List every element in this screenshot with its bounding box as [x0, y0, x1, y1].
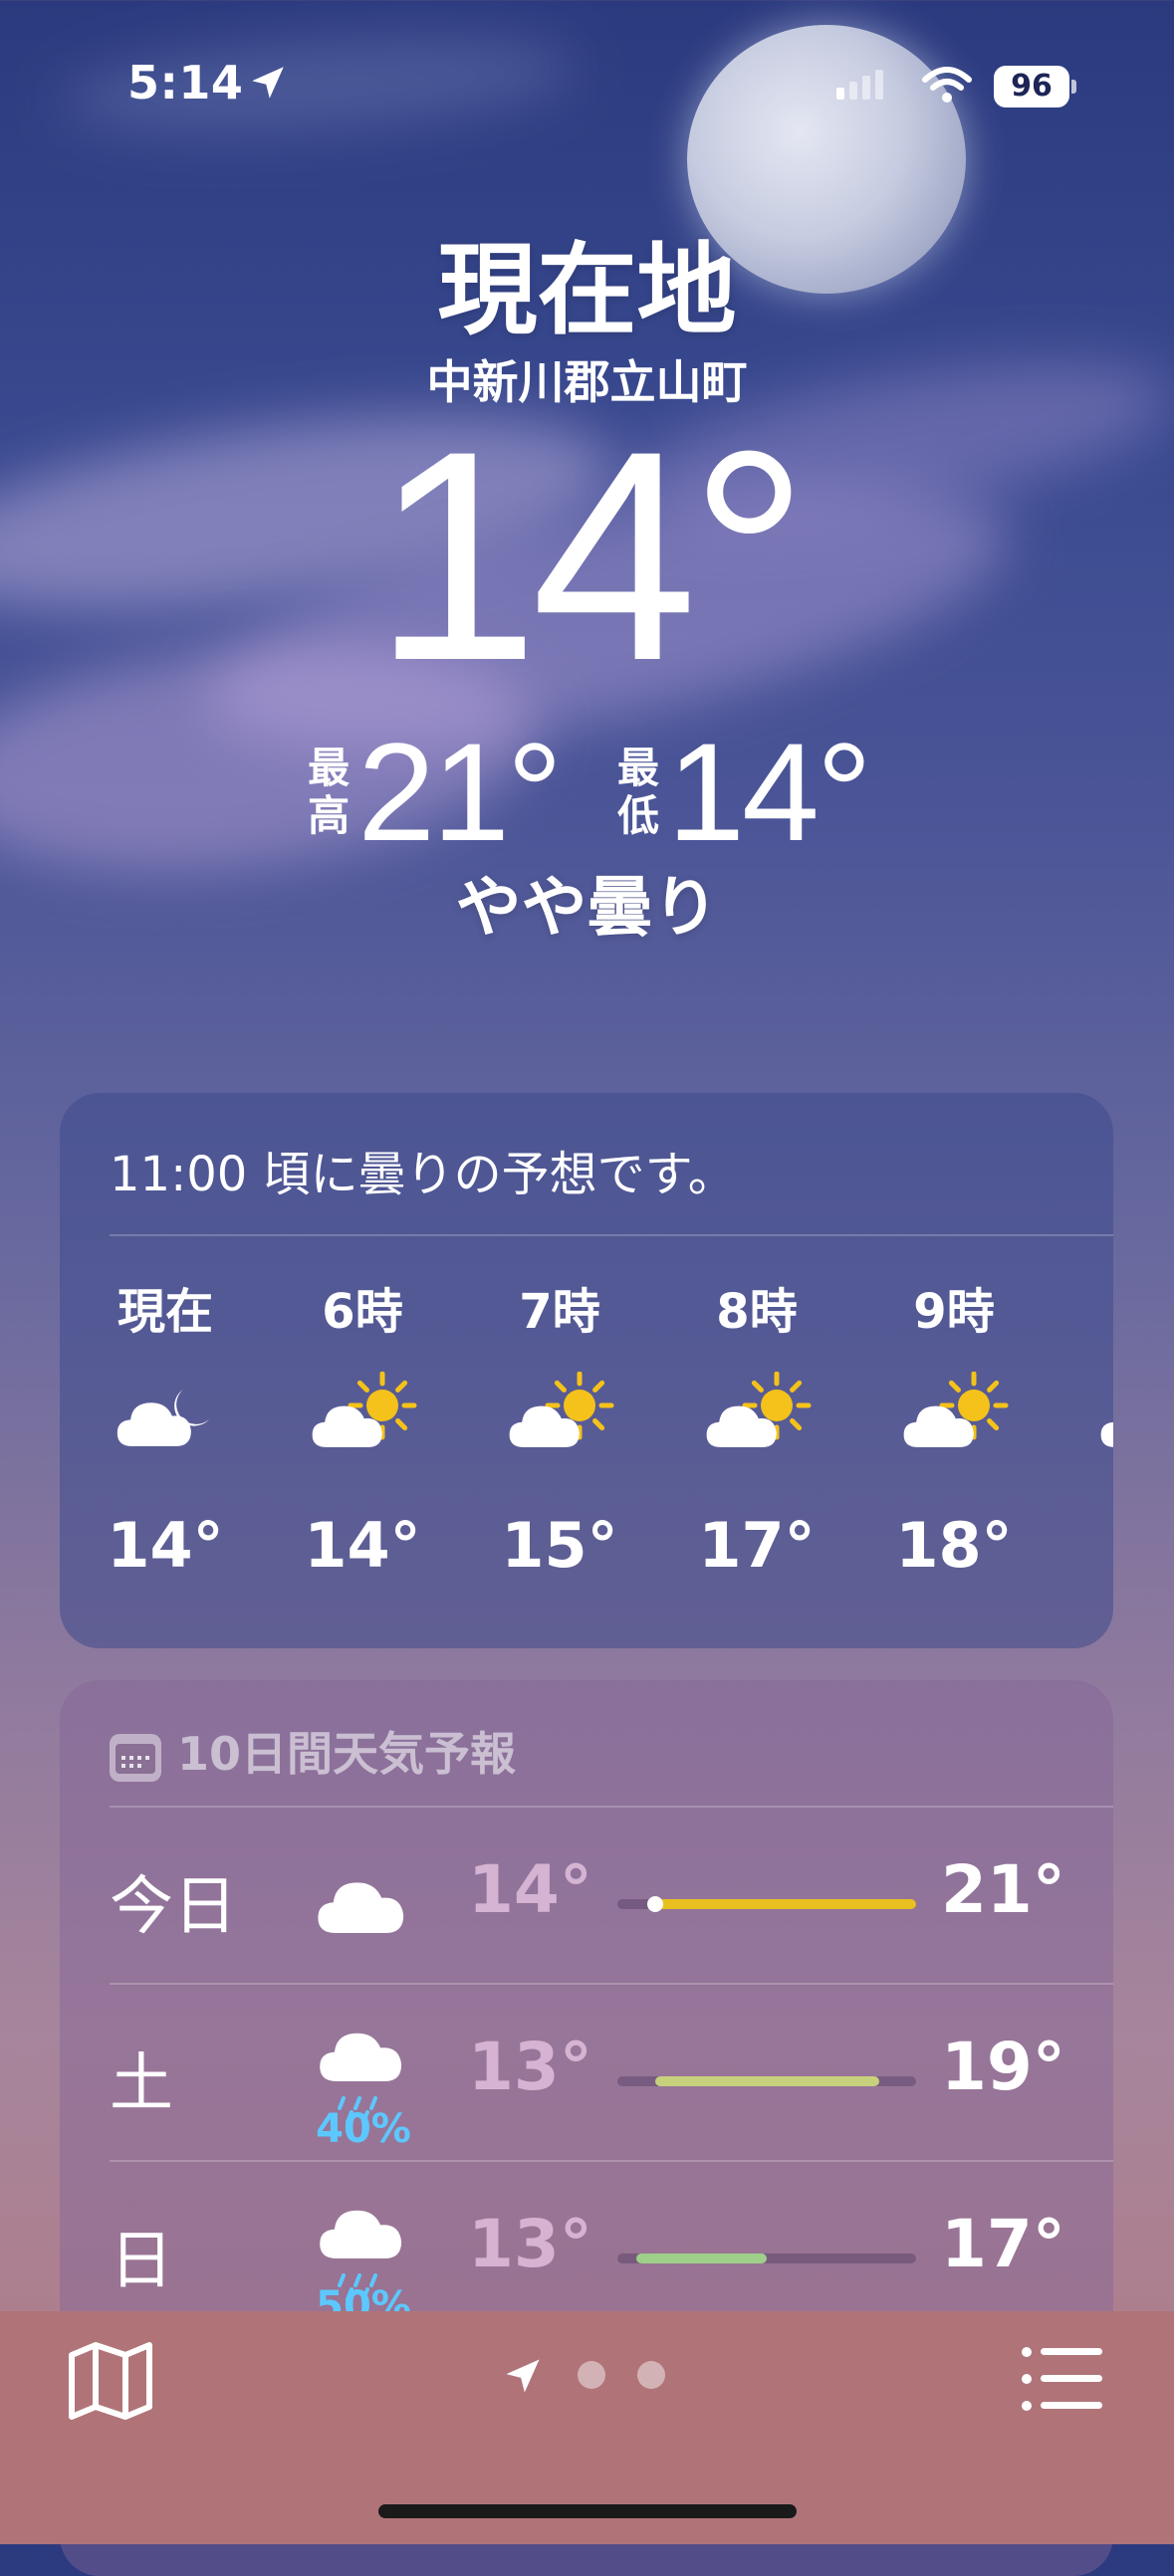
low-temperature: 14°	[667, 714, 872, 870]
daily-row[interactable]: 土 40% 13° 19°	[60, 1985, 1113, 2162]
cloud-sun-icon	[697, 1371, 817, 1461]
hour-label: 1	[1052, 1272, 1113, 1332]
hour-temperature: 17°	[698, 1509, 816, 1582]
current-temperature-dot	[646, 1896, 663, 1912]
daily-row[interactable]: 今日 14° 21°	[60, 1808, 1113, 1985]
high-label: 最高	[308, 744, 351, 840]
high-low-row: 最高 21° 最低 14°	[0, 712, 1174, 873]
hour-temperature: 1	[1052, 1509, 1113, 1582]
day-low: 14°	[468, 1851, 592, 1928]
daily-forecast-title: 10日間天気予報	[177, 1727, 517, 1781]
home-indicator	[378, 2504, 797, 2518]
temperature-range-fill	[635, 2254, 767, 2263]
wifi-icon	[922, 67, 972, 103]
low-label: 最低	[617, 744, 660, 840]
temperature-range-bar	[617, 2076, 916, 2086]
map-icon[interactable]	[66, 2341, 155, 2421]
day-low: 13°	[468, 2206, 592, 2282]
hour-temperature: 18°	[895, 1509, 1013, 1582]
location-title: 現在地	[437, 232, 737, 348]
hourly-item: 6時 14°	[263, 1272, 462, 1582]
high-temperature: 21°	[357, 714, 563, 870]
day-name: 日	[110, 2225, 173, 2298]
day-low: 13°	[468, 2029, 592, 2105]
hour-temperature: 14°	[304, 1509, 421, 1582]
hour-label: 現在	[117, 1284, 213, 1340]
location-arrow-icon	[252, 67, 284, 99]
daily-forecast-header: 10日間天気予報	[110, 1718, 516, 1784]
hour-label: 6時	[322, 1284, 403, 1340]
hourly-item: 7時 15°	[460, 1272, 659, 1582]
hourly-item: 11	[1052, 1272, 1113, 1582]
temperature-range-bar	[617, 1896, 916, 1912]
hourly-item: 8時 17°	[657, 1272, 856, 1582]
page-dot[interactable]	[637, 2361, 665, 2389]
temperature-range-fill	[654, 2076, 879, 2086]
day-high: 19°	[941, 2029, 1065, 2105]
cloud-sun-icon	[894, 1371, 1014, 1461]
day-name: 土	[110, 2047, 173, 2121]
hour-label: 7時	[519, 1284, 600, 1340]
temperature-range-fill	[654, 1899, 916, 1909]
page-dot[interactable]	[578, 2361, 605, 2389]
cloud-sun-icon	[1091, 1372, 1113, 1461]
hour-temperature: 14°	[107, 1509, 224, 1582]
hour-temperature: 15°	[501, 1509, 618, 1582]
cloud-icon	[304, 1855, 423, 1965]
hour-label: 9時	[913, 1284, 995, 1340]
current-temperature: 14°	[372, 388, 810, 723]
location-arrow-icon[interactable]	[501, 2354, 545, 2398]
battery-icon: 96	[994, 66, 1069, 107]
temperature-range-bar	[617, 2254, 916, 2263]
hourly-message: 11:00 頃に曇りの予想です。	[110, 1147, 736, 1202]
hour-label: 8時	[716, 1284, 798, 1340]
cloud-sun-icon	[303, 1371, 422, 1461]
calendar-icon	[110, 1733, 161, 1782]
condition-text: やや曇り	[455, 869, 719, 946]
cellular-signal-icon	[836, 70, 888, 100]
hourly-item: 現在 14°	[66, 1272, 265, 1582]
cloud-moon-icon	[106, 1372, 225, 1461]
cloud-sun-icon	[500, 1371, 619, 1461]
hourly-forecast-card[interactable]: 11:00 頃に曇りの予想です。 現在 14° 6時 14° 7時 15° 8時 17° 9時 1…	[60, 1093, 1113, 1648]
day-high: 17°	[941, 2206, 1065, 2282]
hourly-item: 9時 18°	[854, 1272, 1054, 1582]
day-high: 21°	[941, 1851, 1065, 1928]
day-name: 今日	[110, 1870, 237, 1944]
precipitation-chance: 40%	[316, 2106, 411, 2152]
list-icon[interactable]	[1021, 2344, 1106, 2414]
status-time: 5:14	[127, 56, 244, 109]
